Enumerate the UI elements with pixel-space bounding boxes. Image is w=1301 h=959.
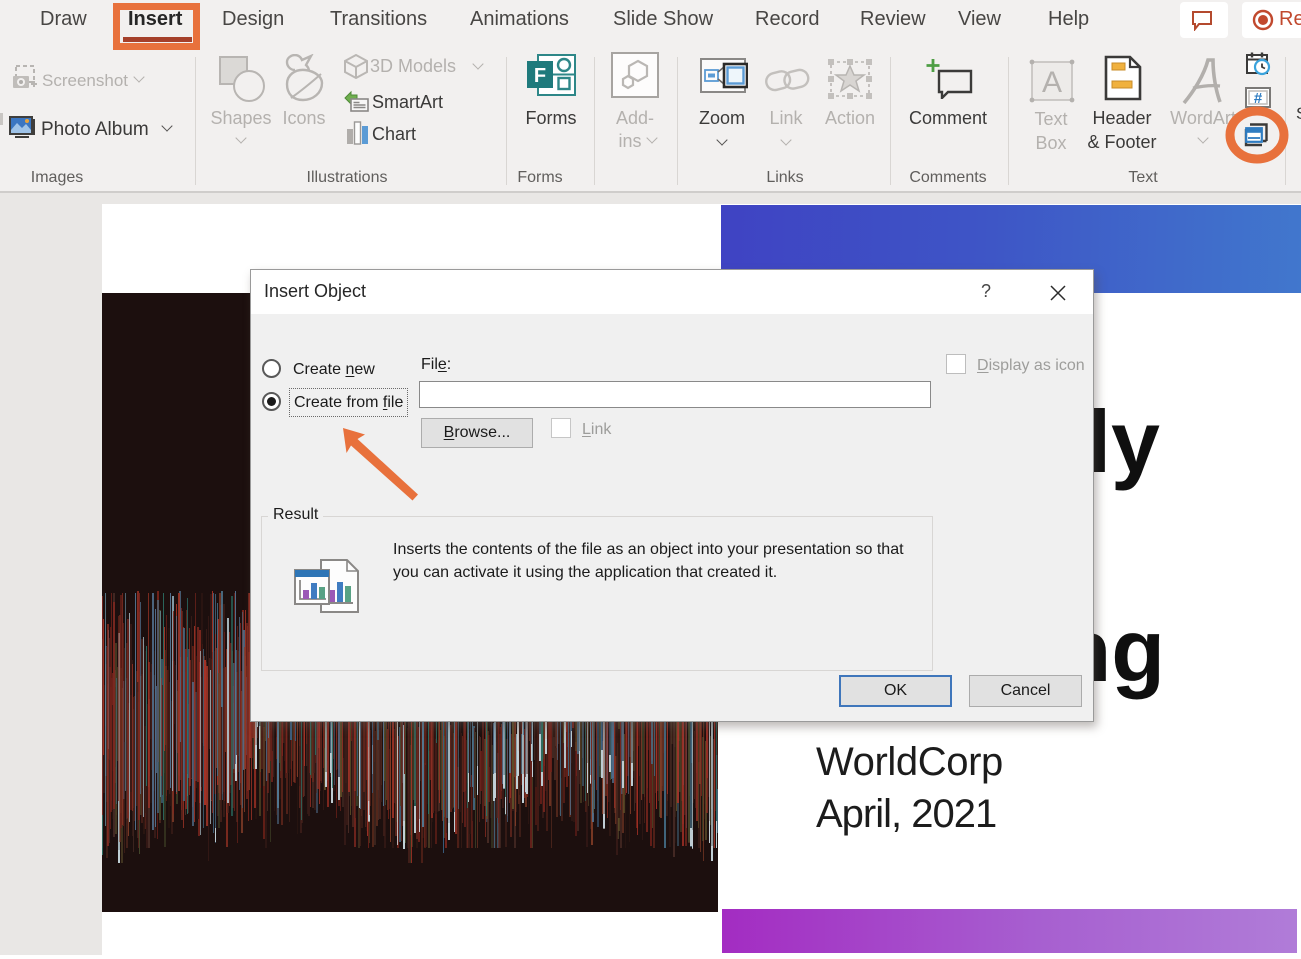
- svg-text:F: F: [534, 65, 546, 87]
- svg-text:A: A: [1042, 66, 1062, 99]
